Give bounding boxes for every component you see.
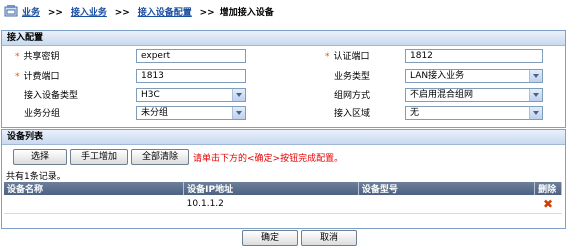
device-table: 设备名称 设备IP地址 设备型号 删除 10.1.1.2 ✖ [4, 182, 562, 214]
device-ip-cell: 10.1.1.2 [183, 195, 359, 214]
service-type-select[interactable]: LAN接入业务 [405, 69, 543, 83]
required-star: * [325, 52, 330, 62]
table-row: 10.1.1.2 ✖ [4, 195, 562, 214]
network-mode-label: 组网方式 [334, 91, 371, 101]
table-header-row: 设备名称 设备IP地址 设备型号 删除 [4, 182, 562, 195]
cancel-button[interactable]: 取消 [301, 230, 357, 246]
breadcrumb-separator: >> [47, 8, 63, 18]
chevron-down-icon [232, 89, 245, 101]
network-mode-select[interactable]: 不启用混合组网 [405, 88, 543, 102]
shared-key-label: * 共享密钥 [15, 52, 60, 62]
chevron-down-icon [529, 89, 542, 101]
breadcrumb-separator: >> [114, 8, 130, 18]
device-list-title: 设备列表 [2, 130, 565, 145]
breadcrumb-link-device-config[interactable]: 接入设备配置 [138, 8, 192, 18]
access-config-title: 接入配置 [2, 31, 565, 46]
access-area-select[interactable]: 无 [405, 106, 543, 120]
delete-cell: ✖ [534, 195, 562, 214]
access-area-label: 接入区域 [334, 109, 371, 119]
auth-port-label: * 认证端口 [325, 52, 370, 62]
chevron-down-icon [529, 70, 542, 82]
column-header-device-name[interactable]: 设备名称 [4, 182, 185, 195]
record-count: 共有1条记录。 [6, 172, 66, 182]
column-header-delete: 删除 [534, 182, 562, 195]
home-icon [4, 5, 18, 17]
device-type-label: 接入设备类型 [24, 91, 79, 101]
access-config-panel: 接入配置 * 共享密钥 expert * 认证端口 1812 * 计费端口 1813 … [1, 30, 566, 128]
shared-key-input[interactable]: expert [136, 49, 246, 63]
breadcrumb-current: 增加接入设备 [219, 8, 274, 18]
chevron-down-icon [529, 107, 542, 119]
delete-x-icon[interactable]: ✖ [543, 197, 553, 211]
breadcrumb-bar: 业务 >> 接入业务 >> 接入设备配置 >> 增加接入设备 [0, 0, 567, 22]
breadcrumb-link-access-service[interactable]: 接入业务 [71, 8, 107, 18]
device-model-cell [358, 195, 535, 214]
service-group-label: 业务分组 [24, 109, 61, 119]
manual-add-button[interactable]: 手工增加 [70, 149, 128, 165]
breadcrumb-separator: >> [199, 8, 215, 18]
select-button[interactable]: 选择 [13, 149, 67, 165]
service-group-select[interactable]: 未分组 [136, 106, 246, 120]
ok-button[interactable]: 确定 [242, 230, 298, 246]
chevron-down-icon [232, 107, 245, 119]
device-list-panel: 设备列表 选择 手工增加 全部清除 请单击下方的<确定>按钮完成配置。 共有1条… [1, 129, 566, 229]
breadcrumb-link-service[interactable]: 业务 [22, 8, 40, 18]
confirm-hint: 请单击下方的<确定>按钮完成配置。 [193, 154, 344, 164]
acct-port-label: * 计费端口 [15, 72, 60, 82]
column-header-device-model[interactable]: 设备型号 [358, 182, 536, 195]
device-name-cell [4, 195, 184, 214]
service-type-label: 业务类型 [334, 72, 371, 82]
required-star: * [15, 72, 20, 82]
auth-port-input[interactable]: 1812 [405, 49, 543, 63]
required-star: * [15, 52, 20, 62]
column-header-device-ip[interactable]: 设备IP地址 [183, 182, 359, 195]
acct-port-input[interactable]: 1813 [136, 69, 246, 83]
clear-all-button[interactable]: 全部清除 [131, 149, 189, 165]
device-type-select[interactable]: H3C [136, 88, 246, 102]
